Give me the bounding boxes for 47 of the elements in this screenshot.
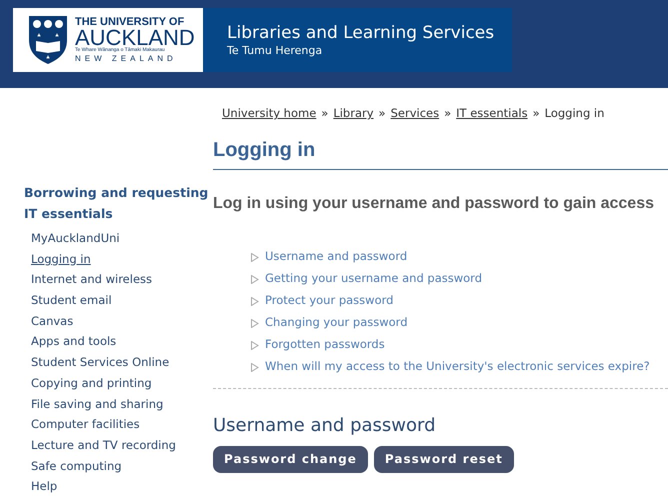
action-button[interactable]: Password reset xyxy=(374,446,514,472)
sidebar-item[interactable]: Computer facilities xyxy=(31,416,213,437)
contents-link[interactable]: Forgotten passwords xyxy=(265,336,385,354)
logo-text: AUCKLAND xyxy=(75,28,195,48)
triangle-icon xyxy=(251,318,259,328)
sidebar-item[interactable]: Internet and wireless xyxy=(31,271,213,292)
sidebar-item[interactable]: Canvas xyxy=(31,312,213,334)
sidebar-item[interactable]: File saving and sharing xyxy=(31,396,213,416)
contents-link[interactable]: Protect your password xyxy=(265,292,394,310)
breadcrumb-separator: » xyxy=(532,105,540,122)
contents-link[interactable]: Changing your password xyxy=(265,314,408,332)
crest-icon xyxy=(27,14,69,66)
sidebar-item[interactable]: Copying and printing xyxy=(31,374,213,396)
sidebar-item[interactable]: MyAucklandUni xyxy=(31,230,213,251)
breadcrumb-link[interactable]: Services xyxy=(390,105,440,128)
action-button[interactable]: Password change xyxy=(213,446,368,472)
banner-title: Libraries and Learning Services xyxy=(227,22,496,44)
logo-text: THE UNIVERSITY OF xyxy=(75,17,186,28)
breadcrumb-link[interactable]: University home xyxy=(222,105,316,128)
lead-text: Log in using your username and password to gain access xyxy=(213,194,655,214)
sidebar-item[interactable]: Student email xyxy=(31,292,213,313)
banner-subtitle: Te Tumu Herenga xyxy=(227,44,324,58)
sidebar-item[interactable]: Help xyxy=(31,478,213,498)
sidebar-heading[interactable]: Borrowing and requesting xyxy=(24,184,213,205)
contents-link[interactable]: Getting your username and password xyxy=(265,270,482,288)
triangle-icon xyxy=(251,296,259,306)
page-title: Logging in xyxy=(213,138,316,163)
sidebar-item[interactable]: Apps and tools xyxy=(31,333,213,354)
breadcrumb-separator: » xyxy=(444,105,452,122)
sidebar-item[interactable]: Logging in xyxy=(31,250,213,272)
triangle-icon xyxy=(251,340,259,350)
sidebar-item[interactable]: Student Services Online xyxy=(31,354,213,375)
sidebar-heading[interactable]: IT essentials xyxy=(24,205,213,226)
contents-link[interactable]: Username and password xyxy=(265,248,408,266)
triangle-icon xyxy=(251,362,259,372)
breadcrumb-separator: » xyxy=(321,105,328,122)
section-title: Username and password xyxy=(213,415,437,438)
sidebar-item[interactable]: Lecture and TV recording xyxy=(31,436,213,458)
triangle-icon xyxy=(251,252,259,262)
contents-link[interactable]: When will my access to the University's electronic services expire? xyxy=(265,358,650,376)
breadcrumb-link[interactable]: IT essentials xyxy=(456,105,528,128)
breadcrumb-link[interactable]: Library xyxy=(333,105,374,128)
breadcrumb-current: Logging in xyxy=(544,105,604,122)
breadcrumb-separator: » xyxy=(378,105,386,122)
triangle-icon xyxy=(251,274,259,284)
logo-text: NEW ZEALAND xyxy=(75,55,178,63)
sidebar-item[interactable]: Safe computing xyxy=(31,458,213,478)
